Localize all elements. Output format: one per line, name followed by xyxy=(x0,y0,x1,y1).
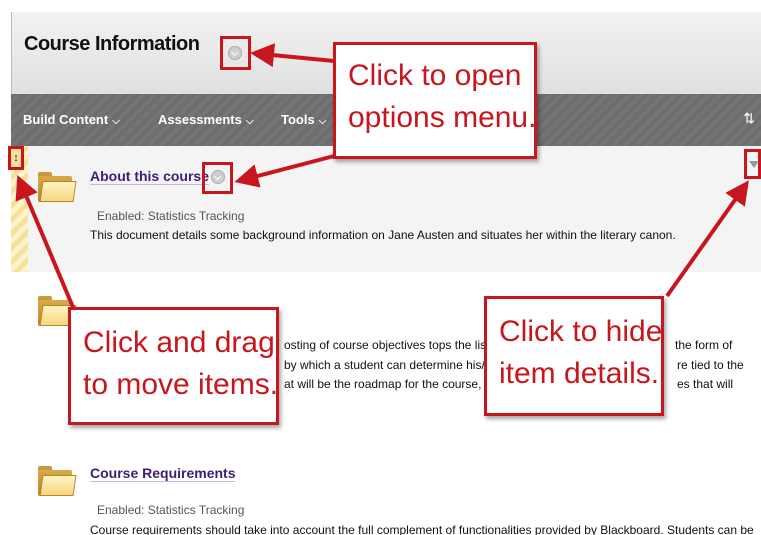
item-description-line: re tied to the xyxy=(677,358,744,372)
reorder-icon[interactable]: ⇅ xyxy=(743,110,755,127)
assessments-menu[interactable]: Assessments ⌵ xyxy=(158,112,253,127)
callout-line: Click to open xyxy=(348,59,522,92)
callout-line: to move items. xyxy=(83,368,279,401)
screenshot-frame: Course Information Build Content ⌵ Assess… xyxy=(0,0,761,535)
callout-options-menu: Click to open options menu. xyxy=(333,42,537,159)
hide-details-icon[interactable] xyxy=(744,149,761,179)
build-content-label: Build Content xyxy=(23,112,109,127)
folder-icon xyxy=(38,172,77,202)
drag-handle-icon[interactable]: ↕ xyxy=(8,146,24,170)
item-title[interactable]: Course Requirements xyxy=(90,465,236,482)
chevron-down-icon: ⌵ xyxy=(318,116,327,127)
item-description-line: the form of xyxy=(675,338,733,352)
chevron-down-icon: ⌵ xyxy=(112,116,120,127)
item-description-line: by which a student can determine his/ xyxy=(284,358,485,372)
chevron-down-icon: ⌵ xyxy=(245,116,254,127)
item-description: This document details some background in… xyxy=(90,228,676,242)
item-meta: Enabled: Statistics Tracking xyxy=(97,209,245,223)
callout-line: item details. xyxy=(499,357,660,390)
folder-icon xyxy=(38,466,77,496)
build-content-menu[interactable]: Build Content ⌵ xyxy=(23,112,120,127)
item-description-line: at will be the roadmap for the course, o xyxy=(284,377,492,391)
highlight-item-options xyxy=(202,162,233,194)
page-title: Course Information xyxy=(24,33,200,55)
item-description-line: osting of course objectives tops the lis… xyxy=(284,338,493,352)
assessments-label: Assessments xyxy=(158,112,242,127)
callout-line: Click and drag xyxy=(83,326,275,359)
callout-drag: Click and drag to move items. xyxy=(68,307,279,425)
callout-line: options menu. xyxy=(348,101,537,134)
top-border xyxy=(0,0,761,13)
tools-menu[interactable]: Tools ⌵ xyxy=(281,112,326,127)
highlight-title-options xyxy=(220,36,251,70)
item-meta: Enabled: Statistics Tracking xyxy=(97,503,245,517)
item-description-line: es that will xyxy=(677,377,734,391)
callout-hide: Click to hide item details. xyxy=(484,296,664,416)
item-title[interactable]: About this course xyxy=(90,168,210,185)
tools-label: Tools xyxy=(281,112,315,127)
item-description: Course requirements should take into acc… xyxy=(90,523,754,535)
list-item xyxy=(11,437,761,535)
callout-line: Click to hide xyxy=(499,315,663,348)
